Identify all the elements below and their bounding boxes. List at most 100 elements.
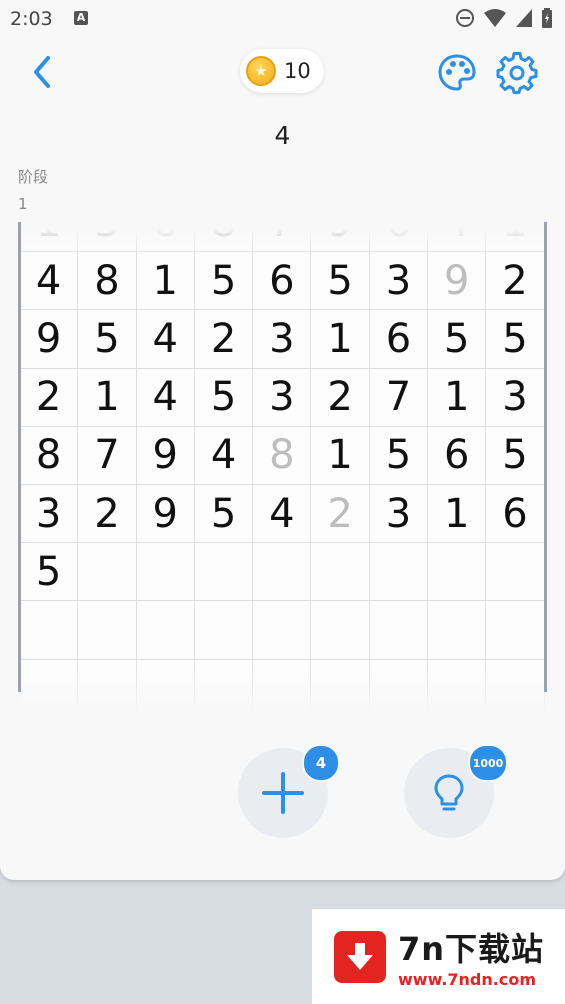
coin-count: 10 <box>284 59 311 83</box>
number-cell[interactable]: 4 <box>194 426 254 485</box>
number-cell[interactable]: 1 <box>428 368 487 427</box>
number-cell[interactable] <box>253 543 312 602</box>
number-cell[interactable]: 6 <box>428 426 487 485</box>
number-cell[interactable] <box>369 659 429 718</box>
number-cell[interactable]: 3 <box>253 310 312 369</box>
number-cell[interactable] <box>369 601 429 660</box>
number-cell[interactable]: 6 <box>136 222 195 253</box>
number-cell[interactable]: 5 <box>78 310 137 369</box>
number-cell[interactable]: 7 <box>369 368 429 427</box>
status-time: 2:03 <box>10 8 53 30</box>
number-cell[interactable]: 5 <box>311 252 370 311</box>
number-cell[interactable]: 4 <box>253 484 312 544</box>
back-button[interactable] <box>22 52 62 92</box>
number-cell[interactable]: 3 <box>253 368 312 427</box>
add-count-badge: 4 <box>302 744 340 782</box>
number-cell[interactable]: 2 <box>20 368 79 427</box>
number-cell[interactable]: 8 <box>78 252 137 311</box>
number-cell[interactable]: 5 <box>486 426 545 485</box>
number-cell[interactable]: 5 <box>369 426 429 485</box>
number-cell[interactable]: 2 <box>311 484 370 544</box>
number-cell[interactable] <box>428 659 487 718</box>
number-cell[interactable]: 2 <box>78 484 137 544</box>
number-cell[interactable] <box>428 601 487 660</box>
download-arrow-icon <box>334 930 386 983</box>
game-card: 2:03 A ★ 10 4 阶段 1 1 3 6 8 7 9 6 4 1 4 8… <box>0 0 565 880</box>
theme-button[interactable] <box>436 52 478 94</box>
number-cell[interactable]: 5 <box>194 252 254 311</box>
number-cell[interactable]: 1 <box>311 426 370 485</box>
number-cell[interactable]: 9 <box>136 426 195 485</box>
number-cell[interactable]: 8 <box>253 426 312 485</box>
number-cell[interactable] <box>253 601 312 660</box>
number-cell[interactable]: 1 <box>78 368 137 427</box>
number-cell[interactable]: 3 <box>20 484 79 544</box>
number-cell[interactable]: 1 <box>428 484 487 544</box>
number-cell[interactable] <box>194 601 254 660</box>
watermark: 7n下载站 www.7ndn.com <box>312 909 565 1004</box>
number-cell[interactable]: 7 <box>253 222 312 253</box>
number-cell[interactable]: 9 <box>311 222 370 253</box>
number-cell[interactable]: 6 <box>369 310 429 369</box>
status-bar: 2:03 A <box>0 0 565 38</box>
number-cell[interactable] <box>78 659 137 718</box>
star-coin-icon: ★ <box>246 56 276 86</box>
number-cell[interactable]: 6 <box>369 222 429 253</box>
number-cell[interactable] <box>369 543 429 602</box>
number-cell[interactable] <box>78 543 137 602</box>
number-cell[interactable] <box>78 601 137 660</box>
number-cell[interactable] <box>194 659 254 718</box>
number-cell[interactable] <box>136 601 195 660</box>
notification-icon: A <box>74 11 88 25</box>
number-cell[interactable] <box>486 659 545 718</box>
number-cell[interactable]: 6 <box>253 252 312 311</box>
number-cell[interactable]: 3 <box>369 484 429 544</box>
battery-icon <box>542 8 552 28</box>
board-edge-left <box>18 222 21 692</box>
number-cell[interactable]: 1 <box>486 222 545 253</box>
number-cell[interactable]: 9 <box>428 252 487 311</box>
number-cell[interactable]: 2 <box>311 368 370 427</box>
number-cell[interactable]: 4 <box>136 368 195 427</box>
number-cell[interactable] <box>311 543 370 602</box>
settings-button[interactable] <box>496 52 538 94</box>
watermark-url: www.7ndn.com <box>398 970 536 989</box>
number-cell[interactable]: 2 <box>486 252 545 311</box>
number-cell[interactable]: 9 <box>20 310 79 369</box>
number-cell[interactable]: 4 <box>136 310 195 369</box>
number-cell[interactable]: 3 <box>486 368 545 427</box>
number-cell[interactable]: 3 <box>369 252 429 311</box>
number-cell[interactable]: 9 <box>136 484 195 544</box>
number-cell[interactable] <box>194 543 254 602</box>
do-not-disturb-icon <box>456 9 474 27</box>
number-cell[interactable] <box>136 543 195 602</box>
lightbulb-icon <box>434 774 464 811</box>
number-cell[interactable]: 1 <box>136 252 195 311</box>
number-cell[interactable]: 5 <box>428 310 487 369</box>
number-cell[interactable]: 7 <box>78 426 137 485</box>
number-cell[interactable]: 8 <box>20 426 79 485</box>
coin-balance[interactable]: ★ 10 <box>240 49 324 93</box>
number-cell[interactable]: 4 <box>428 222 487 253</box>
number-cell[interactable]: 2 <box>194 310 254 369</box>
number-cell[interactable]: 5 <box>194 368 254 427</box>
number-cell[interactable]: 1 <box>311 310 370 369</box>
number-cell[interactable] <box>253 659 312 718</box>
number-cell[interactable] <box>20 659 79 718</box>
number-cell[interactable] <box>486 601 545 660</box>
number-cell[interactable] <box>311 601 370 660</box>
number-cell[interactable]: 5 <box>194 484 254 544</box>
number-cell[interactable] <box>311 659 370 718</box>
number-cell[interactable] <box>428 543 487 602</box>
top-bar: ★ 10 <box>0 40 565 104</box>
number-cell[interactable]: 5 <box>20 543 79 602</box>
number-cell[interactable]: 6 <box>486 484 545 544</box>
number-cell[interactable]: 4 <box>20 252 79 311</box>
number-cell[interactable]: 3 <box>78 222 137 253</box>
number-cell[interactable] <box>20 601 79 660</box>
number-cell[interactable]: 1 <box>20 222 79 253</box>
number-cell[interactable] <box>136 659 195 718</box>
number-cell[interactable]: 5 <box>486 310 545 369</box>
number-cell[interactable] <box>486 543 545 602</box>
number-cell[interactable]: 8 <box>194 222 254 253</box>
